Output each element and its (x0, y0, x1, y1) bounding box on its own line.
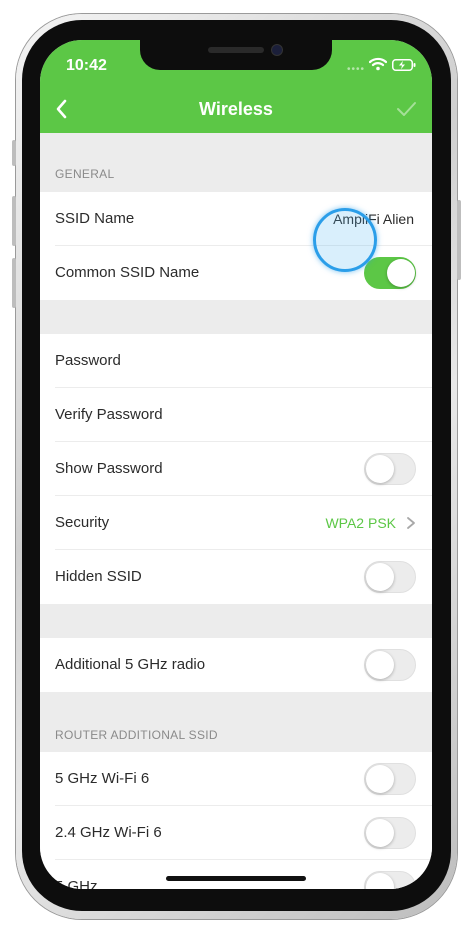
wifi6-5ghz-row: 5 GHz Wi-Fi 6 (40, 752, 432, 806)
toggle-knob (366, 563, 394, 591)
toggle-knob (387, 259, 415, 287)
ghz5-toggle[interactable] (364, 871, 416, 889)
screen: 10:42 •••• Wireless GENERAL SSID Name Am… (40, 40, 432, 889)
row-label: Additional 5 GHz radio (55, 656, 206, 673)
security-value: WPA2 PSK (325, 515, 396, 531)
signal-dots-icon: •••• (347, 64, 366, 75)
notch (140, 40, 332, 70)
wifi6-5ghz-toggle[interactable] (364, 763, 416, 795)
password-row[interactable]: Password (40, 334, 432, 388)
wifi6-24ghz-toggle[interactable] (364, 817, 416, 849)
show-password-toggle[interactable] (364, 453, 416, 485)
nav-header: 10:42 •••• Wireless (40, 40, 432, 133)
check-icon (397, 102, 416, 116)
security-row[interactable]: Security WPA2 PSK (40, 496, 432, 550)
section-header-router-additional: ROUTER ADDITIONAL SSID (55, 728, 218, 742)
row-label: Password (55, 352, 121, 369)
toggle-knob (366, 455, 394, 483)
battery-charging-icon (392, 58, 416, 76)
volume-up-button (12, 196, 16, 246)
row-label: Show Password (55, 460, 163, 477)
row-label: 5 GHz Wi-Fi 6 (55, 770, 150, 787)
row-label: 2.4 GHz Wi-Fi 6 (55, 824, 162, 841)
hidden-ssid-row: Hidden SSID (40, 550, 432, 604)
row-label: Security (55, 514, 110, 531)
row-label: SSID Name (55, 210, 135, 227)
row-label: Hidden SSID (55, 568, 142, 585)
row-label: 5 GHz (55, 878, 98, 889)
toggle-knob (366, 873, 394, 889)
wifi-icon (368, 57, 388, 76)
page-title: Wireless (199, 99, 273, 119)
power-button (457, 200, 461, 280)
status-time: 10:42 (66, 57, 107, 74)
mute-switch (12, 140, 16, 166)
speaker (208, 47, 264, 53)
volume-down-button (12, 258, 16, 308)
touch-focus-ring (313, 208, 377, 272)
show-password-row: Show Password (40, 442, 432, 496)
additional-5ghz-toggle[interactable] (364, 649, 416, 681)
verify-password-row[interactable]: Verify Password (40, 388, 432, 442)
home-indicator[interactable] (166, 876, 306, 881)
common-ssid-toggle[interactable] (364, 257, 416, 289)
toggle-knob (366, 765, 394, 793)
toggle-knob (366, 819, 394, 847)
hidden-ssid-toggle[interactable] (364, 561, 416, 593)
confirm-button[interactable] (394, 98, 418, 120)
toggle-knob (366, 651, 394, 679)
section-header-general: GENERAL (55, 167, 115, 181)
chevron-right-icon (407, 517, 415, 529)
row-label: Verify Password (55, 406, 163, 423)
additional-5ghz-row: Additional 5 GHz radio (40, 638, 432, 692)
ghz5-row: 5 GHz (40, 860, 432, 889)
camera (272, 45, 282, 55)
wifi6-24ghz-row: 2.4 GHz Wi-Fi 6 (40, 806, 432, 860)
row-label: Common SSID Name (55, 264, 200, 281)
